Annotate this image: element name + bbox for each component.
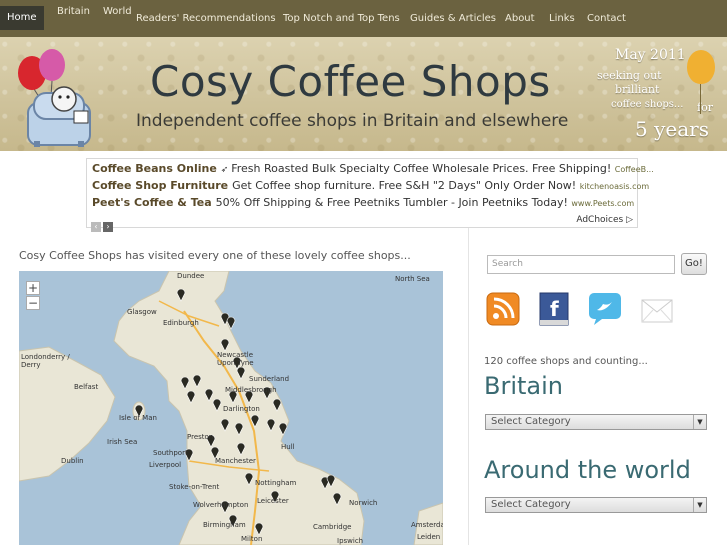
chevron-down-icon: ▼ (693, 415, 706, 429)
map-label: Stoke-on-Trent (169, 483, 220, 491)
map-label: Milton (241, 535, 263, 543)
ad-url[interactable]: CoffeeB... (615, 165, 654, 174)
site-title[interactable]: Cosy Coffee Shops (150, 57, 551, 106)
ad-title[interactable]: Coffee Shop Furniture (92, 179, 228, 192)
search-input[interactable]: Search (487, 255, 675, 274)
map-label: Sunderland (249, 375, 290, 383)
chevron-down-icon: ▼ (693, 498, 706, 512)
map-label: Dublin (61, 457, 84, 465)
balloon-icon (687, 50, 715, 84)
balloon-string (700, 84, 701, 114)
map-label: Edinburgh (163, 319, 199, 327)
map-label: Cambridge (313, 523, 352, 531)
coffee-shop-map[interactable]: + − North Sea Dundee Glasgow Edinburgh N… (19, 271, 443, 545)
map-label: North Sea (395, 275, 430, 283)
map-label: Nottingham (255, 479, 297, 487)
map-label: Darlington (223, 405, 260, 413)
ad-url[interactable]: www.Peets.com (571, 199, 634, 208)
ad-title[interactable]: Coffee Beans Online (92, 162, 217, 175)
ad-text: 50% Off Shipping & Free Peetniks Tumbler… (215, 196, 568, 209)
site-header: Cosy Coffee Shops Independent coffee sho… (0, 37, 727, 151)
map-label: Amsterdam (411, 521, 443, 529)
map-label: Southport (153, 449, 188, 457)
shop-count-text: 120 coffee shops and counting... (484, 356, 648, 367)
svg-text:f: f (550, 297, 559, 321)
map-label: Hull (281, 443, 295, 451)
world-heading: Around the world (484, 456, 691, 484)
search-go-button[interactable]: Go! (681, 253, 707, 275)
ad-row[interactable]: Coffee Beans Online ➶ Fresh Roasted Bulk … (92, 162, 654, 175)
map-label: Leicester (257, 497, 289, 505)
nav-home[interactable]: Home (0, 6, 44, 30)
nav-links[interactable]: Links (549, 12, 575, 26)
map-label: Birmingham (203, 521, 246, 529)
map-label: Dundee (177, 272, 205, 280)
ad-next-button[interactable]: › (103, 222, 113, 232)
map-label: Preston (187, 433, 214, 441)
map-label: Belfast (74, 383, 99, 391)
anniversary-years: 5 years (635, 117, 709, 141)
nav-top-notch[interactable]: Top Notch and Top Tens (283, 12, 400, 26)
map-label: Ipswich (337, 537, 364, 545)
rss-icon[interactable] (486, 292, 520, 326)
map-label: Glasgow (127, 308, 157, 316)
anniversary-date: May 2011 (615, 47, 686, 63)
nav-readers-recommendations[interactable]: Readers' Recommendations (136, 12, 276, 26)
ad-navigation: ‹ › (91, 214, 115, 232)
britain-heading: Britain (484, 372, 563, 400)
armchair-mascot-icon (18, 49, 91, 147)
anniversary-line1: seeking out (597, 69, 662, 82)
ad-text: Get Coffee shop furniture. Free S&H "2 D… (232, 179, 577, 192)
ad-text: Fresh Roasted Bulk Specialty Coffee Whol… (231, 162, 612, 175)
facebook-icon[interactable]: f (537, 292, 571, 326)
map-label: Leiden (417, 533, 441, 541)
intro-text: Cosy Coffee Shops has visited every one … (19, 249, 411, 262)
map-label: Londonderry / Derry (21, 353, 70, 369)
map-labels: North Sea Dundee Glasgow Edinburgh Newca… (19, 271, 443, 545)
email-icon[interactable] (640, 292, 674, 326)
map-label: Norwich (349, 499, 378, 507)
world-category-select[interactable]: Select Category ▼ (485, 497, 707, 513)
map-label: Newcastle Upon Tyne (217, 351, 254, 367)
ad-row[interactable]: Coffee Shop Furniture Get Coffee shop fur… (92, 179, 649, 192)
map-label: Wolverhampton (193, 501, 249, 509)
sidebar-divider (468, 228, 469, 545)
ad-block: Coffee Beans Online ➶ Fresh Roasted Bulk … (86, 158, 654, 232)
nav-about[interactable]: About (505, 12, 535, 26)
top-navigation: Home Britain World Readers' Recommendati… (0, 0, 727, 37)
map-label: Middlesbrough (225, 386, 277, 394)
anniversary-line3: coffee shops... (611, 99, 684, 110)
world-category-value: Select Category (491, 499, 571, 510)
site-tagline: Independent coffee shops in Britain and … (136, 111, 569, 131)
britain-category-select[interactable]: Select Category ▼ (485, 414, 707, 430)
anniversary-line2: brilliant (615, 83, 660, 96)
britain-category-value: Select Category (491, 416, 571, 427)
nav-britain[interactable]: Britain (57, 5, 90, 19)
map-label: Manchester (215, 457, 256, 465)
ad-prev-button[interactable]: ‹ (91, 222, 101, 232)
ad-cursor-icon: ➶ (220, 165, 232, 175)
ad-title[interactable]: Peet's Coffee & Tea (92, 196, 212, 209)
nav-world[interactable]: World (103, 5, 132, 19)
adchoices-link[interactable]: AdChoices ▷ (576, 215, 633, 225)
ad-url[interactable]: kitchenoasis.com (580, 182, 649, 191)
nav-contact[interactable]: Contact (587, 12, 626, 26)
map-label: Liverpool (149, 461, 182, 469)
map-label: Isle of Man (119, 414, 157, 422)
ad-row[interactable]: Peet's Coffee & Tea 50% Off Shipping & Fr… (92, 196, 634, 209)
twitter-icon[interactable] (588, 292, 622, 326)
nav-guides-articles[interactable]: Guides & Articles (410, 12, 496, 26)
map-label: Irish Sea (107, 438, 138, 446)
